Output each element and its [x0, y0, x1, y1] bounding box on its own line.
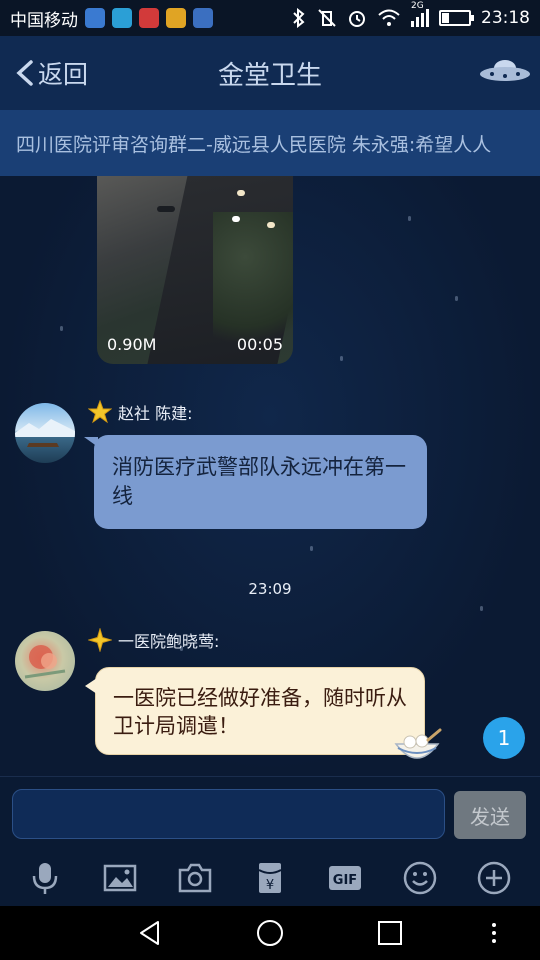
- snow-particle: [310, 546, 313, 551]
- avatar-image: [15, 419, 75, 447]
- message-bubble[interactable]: 消防医疗武警部队永远冲在第一线: [84, 435, 427, 529]
- smiley-icon: [403, 861, 436, 895]
- message-bubble[interactable]: 一医院已经做好准备，随时听从卫计局调遣！: [85, 667, 425, 755]
- menu-dots-icon[interactable]: [480, 919, 508, 947]
- photo-app-icon: [193, 8, 213, 28]
- snow-particle: [480, 606, 483, 611]
- chat-area[interactable]: 0.90M 00:05 赵社 陈建: 消防医疗武警部队永远冲在第一线 23:09…: [0, 176, 540, 776]
- unread-count: 1: [497, 726, 511, 750]
- voice-button[interactable]: [25, 858, 65, 898]
- snow-particle: [455, 296, 458, 301]
- snow-particle: [60, 326, 63, 331]
- avatar-image: [24, 645, 66, 679]
- image-icon: [104, 864, 137, 892]
- rice-bowl-icon: [394, 728, 442, 759]
- nav-bar: 返回 金堂卫生: [0, 36, 540, 110]
- red-packet-icon: ¥: [258, 863, 282, 893]
- video-light: [237, 190, 245, 196]
- video-size: 0.90M: [107, 335, 157, 354]
- alarm-icon: [349, 11, 365, 27]
- back-triangle-icon[interactable]: [136, 919, 164, 947]
- sender-row: 赵社 陈建:: [88, 400, 192, 424]
- video-duration: 00:05: [236, 335, 283, 354]
- message-input[interactable]: [12, 789, 445, 839]
- announcement-text: 四川医院评审咨询群二-威远县人民医院 朱永强:希望人人: [16, 133, 492, 156]
- back-button[interactable]: 返回: [0, 36, 88, 110]
- vibrate-off-icon: [318, 9, 336, 27]
- bluetooth-icon: [293, 8, 305, 28]
- video-light: [267, 222, 275, 228]
- camera-icon: [178, 863, 212, 893]
- gif-button[interactable]: GIF: [325, 858, 365, 898]
- wifi-icon: [378, 9, 400, 26]
- sender-row: 一医院鲍晓莺:: [88, 628, 219, 652]
- sender-name: 赵社 陈建:: [118, 404, 193, 423]
- system-nav-bar: [0, 906, 540, 960]
- toolbar: ¥ GIF: [0, 850, 540, 906]
- clock: 23:18: [481, 8, 530, 28]
- video-message[interactable]: 0.90M 00:05: [97, 176, 293, 364]
- svg-text:¥: ¥: [266, 878, 274, 893]
- avatar[interactable]: [15, 403, 75, 463]
- announcement-bar[interactable]: 四川医院评审咨询群二-威远县人民医院 朱永强:希望人人: [0, 110, 540, 176]
- unread-badge[interactable]: 1: [483, 717, 525, 759]
- snow-particle: [340, 356, 343, 361]
- weibo-icon: [166, 8, 186, 28]
- avatar[interactable]: [15, 631, 75, 691]
- sparkle-icon: [88, 628, 112, 652]
- status-bar: 中国移动 2G 23:18: [0, 0, 540, 36]
- message-text: 消防医疗武警部队永远冲在第一线: [112, 455, 406, 508]
- gif-label: GIF: [333, 873, 357, 888]
- sender-name: 一医院鲍晓莺:: [118, 632, 220, 651]
- status-right: 2G 23:18: [291, 1, 530, 28]
- red-packet-button[interactable]: ¥: [250, 858, 290, 898]
- carrier-label: 中国移动: [10, 10, 78, 31]
- home-circle-icon[interactable]: [256, 919, 284, 947]
- snow-particle: [408, 216, 411, 221]
- network-type: 2G: [411, 1, 424, 11]
- red-app-icon: [139, 8, 159, 28]
- plus-circle-icon: [478, 861, 511, 895]
- more-button[interactable]: [474, 858, 514, 898]
- microphone-icon: [33, 863, 58, 894]
- cloud-app-icon: [85, 8, 105, 28]
- ufo-icon[interactable]: [478, 56, 532, 86]
- battery-fill: [442, 13, 449, 23]
- recents-square-icon[interactable]: [376, 919, 404, 947]
- message-text: 一医院已经做好准备，随时听从卫计局调遣！: [113, 686, 407, 738]
- send-button[interactable]: 发送: [454, 791, 526, 839]
- input-bar: 发送: [0, 776, 540, 850]
- signal-icon: 2G: [411, 1, 429, 27]
- video-light: [232, 216, 240, 222]
- image-button[interactable]: [100, 858, 140, 898]
- chevron-left-icon: [16, 60, 33, 86]
- gif-icon: GIF: [328, 866, 361, 890]
- timestamp: 23:09: [248, 580, 292, 598]
- bird-app-icon: [112, 8, 132, 28]
- video-light: [157, 206, 175, 212]
- star-icon: [88, 400, 112, 424]
- camera-button[interactable]: [175, 858, 215, 898]
- status-left: 中国移动: [10, 6, 213, 31]
- emoji-button[interactable]: [400, 858, 440, 898]
- back-label: 返回: [38, 60, 89, 89]
- battery-icon: [439, 10, 474, 26]
